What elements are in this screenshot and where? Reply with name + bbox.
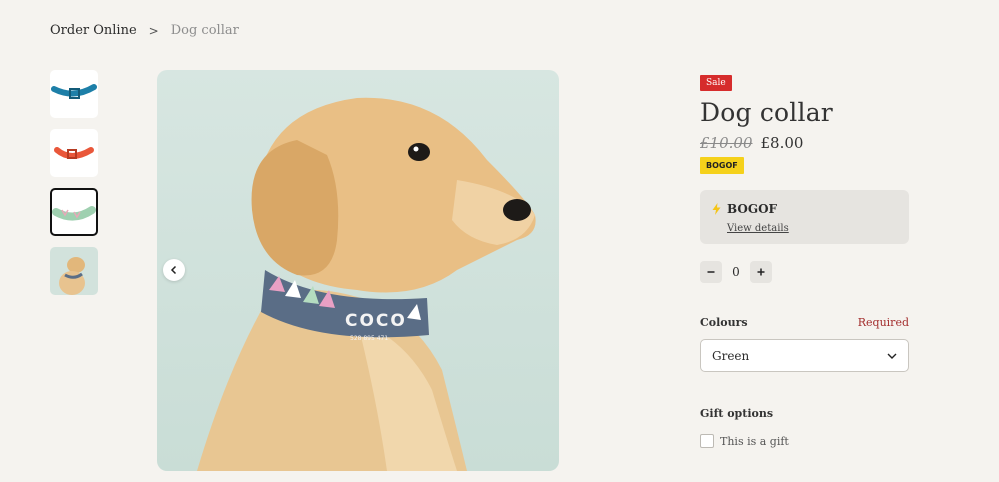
required-indicator: Required [857, 316, 909, 329]
collar-name-text: COCO [345, 311, 407, 331]
red-collar-image [54, 147, 94, 159]
sale-badge: Sale [700, 75, 732, 91]
chevron-left-icon [170, 265, 177, 275]
gift-options-label: Gift options [700, 407, 774, 420]
main-product-image: COCO 528 895 471 [157, 70, 559, 471]
thumbnail-dog-photo[interactable] [50, 247, 98, 295]
promotion-heading: BOGOF [712, 202, 897, 216]
lightning-icon [712, 203, 721, 215]
promotion-box: BOGOF View details [700, 190, 909, 244]
gift-option-row: This is a gift [700, 434, 909, 448]
dog-thumbnail-image [59, 257, 85, 295]
blue-collar-image [51, 84, 97, 99]
thumbnail-list [50, 70, 98, 295]
plus-icon [757, 268, 765, 276]
sale-price: £8.00 [760, 134, 804, 152]
thumbnail-blue-collar[interactable] [50, 70, 98, 118]
quantity-value: 0 [732, 265, 740, 279]
breadcrumb: Order Online > Dog collar [50, 23, 239, 38]
colours-selected-value: Green [712, 348, 750, 363]
breadcrumb-separator: > [148, 23, 159, 38]
breadcrumb-current: Dog collar [170, 23, 239, 38]
colours-select[interactable]: Green [700, 339, 909, 372]
price-row: £10.00 £8.00 [700, 134, 909, 152]
minus-icon [707, 271, 715, 273]
gift-checkbox-label[interactable]: This is a gift [720, 435, 789, 448]
product-details-panel: Sale Dog collar £10.00 £8.00 BOGOF BOGOF… [700, 70, 909, 448]
promotion-name: BOGOF [727, 202, 778, 216]
chevron-down-icon [887, 353, 897, 359]
increase-quantity-button[interactable] [750, 261, 772, 283]
collar-number-text: 528 895 471 [350, 335, 388, 342]
promo-tag: BOGOF [700, 157, 744, 174]
quantity-stepper: 0 [700, 261, 909, 283]
product-title: Dog collar [700, 98, 833, 127]
thumbnail-red-collar[interactable] [50, 129, 98, 177]
original-price: £10.00 [700, 134, 753, 152]
breadcrumb-order-online-link[interactable]: Order Online [50, 23, 137, 38]
gift-checkbox[interactable] [700, 434, 714, 448]
colours-label: Colours [700, 316, 748, 329]
thumbnail-mint-collar[interactable] [50, 188, 98, 236]
view-details-link[interactable]: View details [727, 223, 789, 234]
colours-field-header: Colours Required [700, 316, 909, 329]
previous-image-button[interactable] [163, 259, 185, 281]
mint-collar-image [52, 206, 96, 221]
decrease-quantity-button[interactable] [700, 261, 722, 283]
dog-with-collar-illustration: COCO 528 895 471 [197, 97, 536, 471]
